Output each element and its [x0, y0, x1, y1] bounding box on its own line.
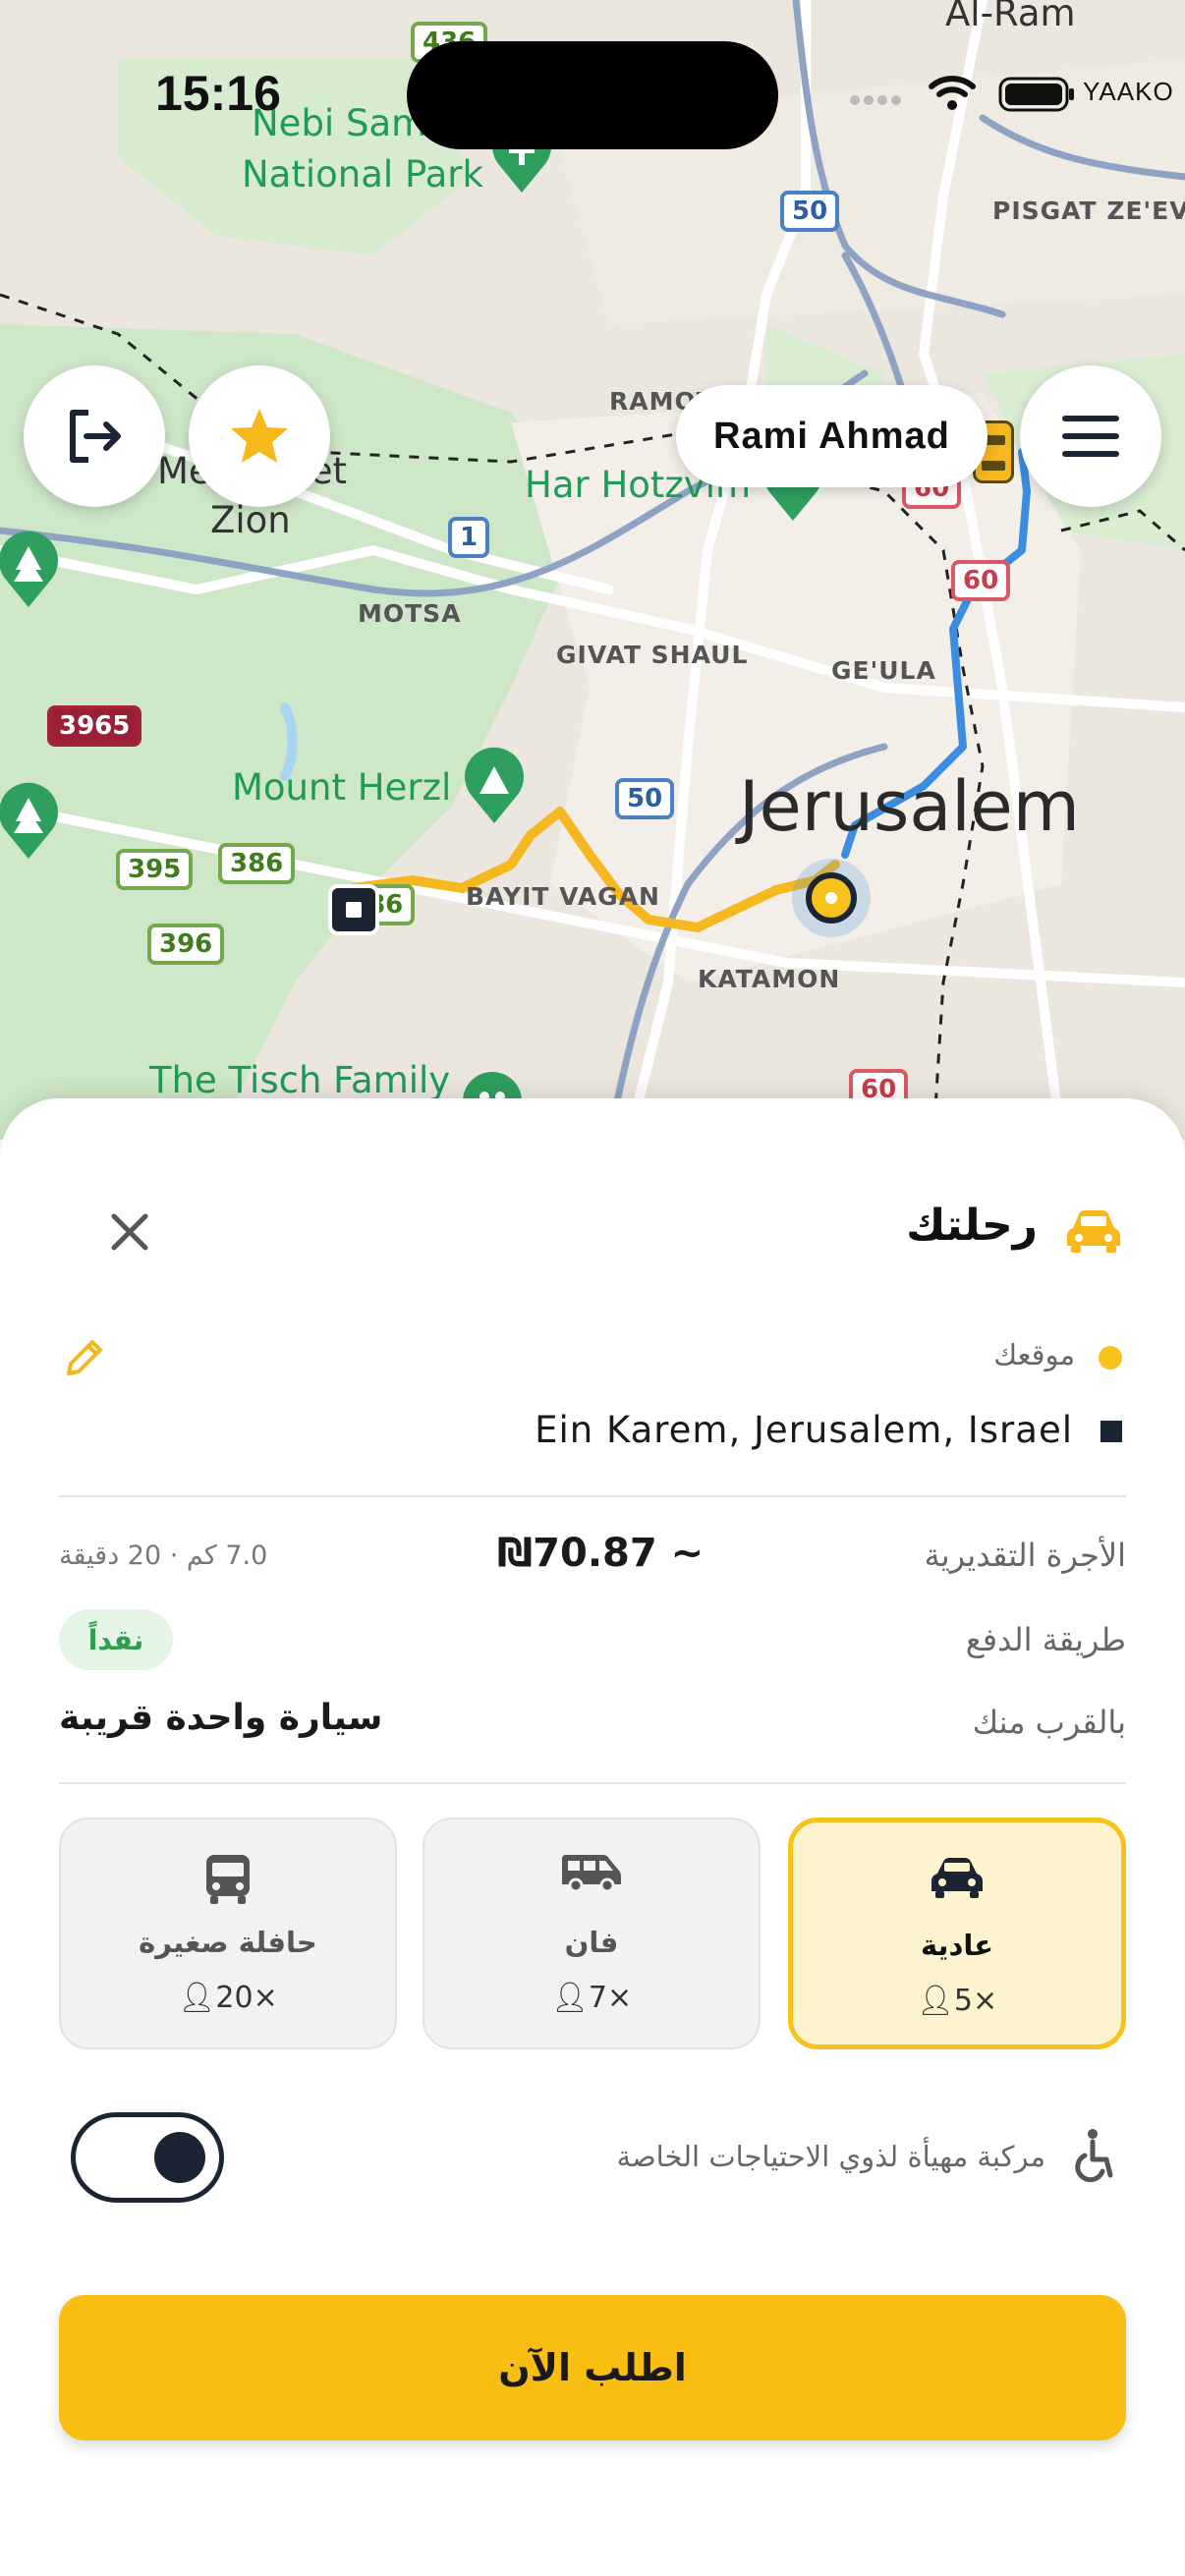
fare-label: الأجرة التقديرية [924, 1537, 1126, 1574]
person-icon: 👤︎ [550, 1981, 589, 2015]
road-shield: 395 [116, 849, 194, 890]
vehicle-option-minibus[interactable]: حافلة صغيرة 👤︎20× [59, 1818, 397, 2049]
pickup-label: موقعك [993, 1338, 1075, 1372]
edit-route-button[interactable] [61, 1334, 108, 1381]
map-label-bayit-vagan: BAYIT VAGAN [466, 882, 660, 911]
close-icon [111, 1213, 148, 1251]
map-label-al-ram: Al-Ram [945, 0, 1076, 34]
divider [59, 1495, 1126, 1497]
map-label-pisgat-zeev: PISGAT ZE'EV [992, 196, 1185, 225]
map-view[interactable]: Al-Ram Nebi Samwil National Park PISGAT … [0, 0, 1185, 1140]
vehicle-capacity: 7× [588, 1981, 633, 2015]
payment-label: طريقة الدفع [965, 1621, 1126, 1658]
nearby-value: سيارة واحدة قريبة [59, 1698, 383, 1738]
vehicle-capacity: 20× [215, 1981, 278, 2015]
park-marker-icon [465, 747, 524, 823]
carrier-name: YAAKO [1083, 77, 1174, 106]
star-icon [231, 409, 288, 463]
order-now-button[interactable]: اطلب الآن [59, 2295, 1126, 2440]
destination-marker-icon [328, 884, 379, 935]
logout-icon [70, 410, 121, 463]
map-label-mount-herzl: Mount Herzl [232, 766, 452, 809]
vehicle-name: عادية [920, 1929, 994, 1962]
destination-square-icon [1100, 1421, 1122, 1442]
road-shield: 60 [951, 560, 1011, 601]
sheet-title: رحلتك [906, 1201, 1038, 1251]
wheelchair-icon [1075, 2129, 1113, 2183]
vehicle-capacity: 5× [953, 1984, 998, 2018]
road-shield: 396 [147, 924, 225, 965]
map-label-geula: GE'ULA [831, 656, 936, 685]
road-shield: 386 [218, 843, 296, 884]
current-location-marker-icon [792, 859, 871, 937]
signal-icon [850, 95, 901, 105]
toggle-knob [154, 2132, 205, 2183]
map-label-tisch-family: The Tisch Family [149, 1059, 451, 1101]
destination-address: Ein Karem, Jerusalem, Israel [535, 1409, 1073, 1451]
park-marker-icon [0, 531, 58, 607]
map-label-motsa: MOTSA [358, 599, 462, 628]
road-shield: 1 [448, 517, 490, 558]
bus-icon [206, 1855, 250, 1904]
accessibility-label: مركبة مهيأة لذوي الاحتياجات الخاصة [616, 2140, 1045, 2173]
close-button[interactable] [102, 1204, 157, 1260]
vehicle-option-regular[interactable]: عادية 👤︎5× [788, 1818, 1126, 2049]
park-marker-icon [0, 782, 58, 859]
logout-button[interactable] [24, 365, 165, 507]
nearby-label: بالقرب منك [972, 1704, 1126, 1741]
map-label-katamon: KATAMON [698, 965, 841, 993]
map-label-givat-shaul: GIVAT SHAUL [556, 641, 749, 669]
favorites-button[interactable] [189, 365, 330, 507]
dynamic-island [407, 41, 778, 149]
vehicle-name: فان [564, 1926, 619, 1959]
person-icon: 👤︎ [916, 1984, 954, 2018]
payment-method-badge[interactable]: نقداً [59, 1609, 173, 1670]
pickup-dot-icon [1099, 1346, 1122, 1370]
hamburger-icon [1062, 416, 1119, 457]
fare-value: ~ ₪70.87 [497, 1531, 705, 1576]
accessibility-toggle[interactable] [71, 2112, 224, 2203]
divider [59, 1782, 1126, 1784]
road-shield: 3965 [47, 705, 142, 747]
vehicle-name: حافلة صغيرة [139, 1926, 317, 1959]
pencil-icon [67, 1340, 102, 1375]
car-icon [931, 1858, 983, 1898]
payment-method-text: نقداً [87, 1623, 144, 1656]
menu-button[interactable] [1020, 365, 1161, 507]
status-bar-time: 15:16 [155, 66, 281, 121]
van-icon [562, 1855, 621, 1893]
person-icon: 👤︎ [178, 1981, 216, 2015]
road-shield: 50 [780, 191, 840, 232]
map-label-national-park: National Park [242, 153, 483, 196]
user-name-chip[interactable]: Rami Ahmad [676, 385, 988, 487]
trip-meta: 7.0 كم · 20 دقيقة [59, 1540, 268, 1571]
wifi-icon [929, 76, 976, 110]
battery-icon [998, 77, 1074, 112]
road-shield: 50 [615, 778, 675, 819]
vehicle-option-van[interactable]: فان 👤︎7× [423, 1818, 761, 2049]
car-icon [1067, 1210, 1120, 1253]
map-label-jerusalem: Jerusalem [739, 766, 1080, 847]
